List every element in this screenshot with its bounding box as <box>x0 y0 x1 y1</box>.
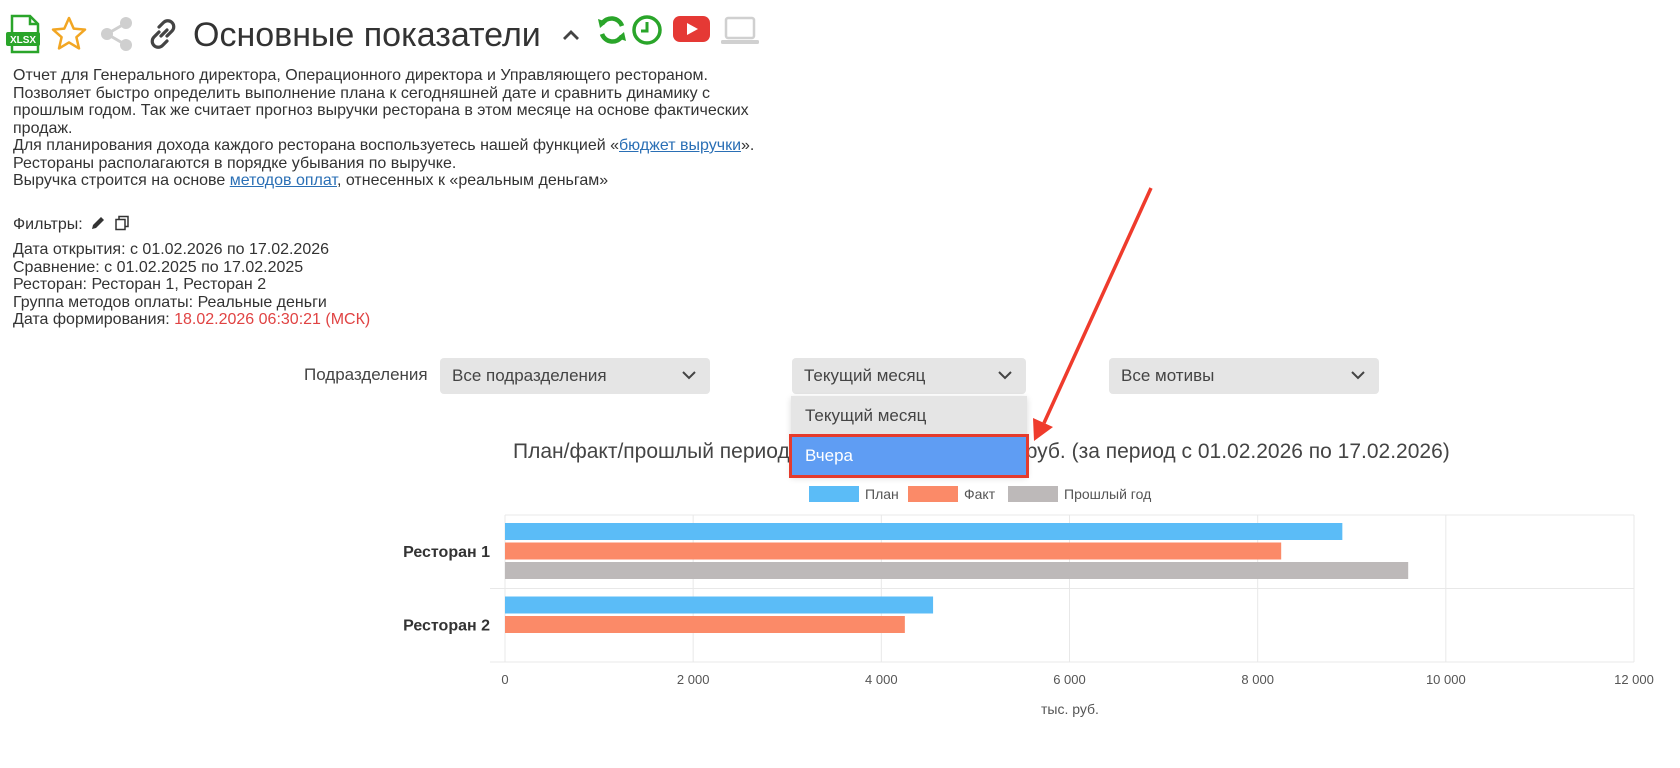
description-line: продаж. <box>13 119 73 137</box>
bar-fact <box>505 616 905 633</box>
chevron-down-icon <box>998 371 1012 380</box>
x-tick-label: 2 000 <box>677 672 710 687</box>
bar-plan <box>505 596 934 614</box>
share-icon[interactable] <box>97 14 137 54</box>
period-option-current-month[interactable]: Текущий месяц <box>791 396 1027 436</box>
period-dropdown-menu: Текущий месяц Вчера <box>789 396 1029 478</box>
x-tick-label: 4 000 <box>865 672 898 687</box>
x-tick-label: 0 <box>501 672 508 687</box>
filter-open-date: Дата открытия: с 01.02.2026 по 17.02.202… <box>13 241 330 258</box>
legend-label: Прошлый год <box>1064 486 1152 502</box>
payment-methods-link[interactable]: методов оплат <box>230 172 337 189</box>
motives-select-value: Все мотивы <box>1121 366 1215 385</box>
legend-swatch <box>1008 486 1058 502</box>
legend-item-plan[interactable]: План <box>809 486 899 502</box>
laptop-icon[interactable] <box>720 14 760 48</box>
page-title: Основные показатели <box>193 16 541 54</box>
bar-plan <box>505 523 1343 540</box>
legend-swatch <box>809 486 859 502</box>
filter-comparison: Сравнение: с 01.02.2025 по 17.02.2025 <box>13 258 304 276</box>
x-tick-label: 10 000 <box>1426 672 1466 687</box>
period-select[interactable]: Текущий месяц <box>792 358 1026 394</box>
x-tick-label: 6 000 <box>1053 672 1086 687</box>
clock-icon[interactable] <box>630 13 664 47</box>
description-line: Отчет для Генерального директора, Операц… <box>13 67 708 84</box>
description-text: , отнесенных к «реальным деньгам» <box>336 172 609 189</box>
period-option-yesterday[interactable]: Вчера <box>789 434 1029 478</box>
copy-icon[interactable] <box>114 215 130 231</box>
description-line: прошлым годом. Так же считает прогноз вы… <box>13 102 749 119</box>
report-toolbar: XLSX Основные показатели <box>0 6 1680 56</box>
refresh-icon[interactable] <box>595 13 629 47</box>
generated-timestamp: 18.02.2026 06:30:21 (МСК) <box>174 311 371 328</box>
description-text: ». <box>741 137 755 154</box>
link-icon[interactable] <box>143 14 183 54</box>
description-line: Для планирования дохода каждого ресторан… <box>13 137 833 155</box>
youtube-icon[interactable] <box>673 14 710 44</box>
filter-payment-group: Группа методов оплаты: Реальные деньги <box>13 293 327 311</box>
x-axis-label: тыс. руб. <box>1041 701 1099 717</box>
revenue-budget-link[interactable]: бюджет выручки <box>619 137 741 154</box>
filter-generated: Дата формирования: 18.02.2026 06:30:21 (… <box>13 311 370 329</box>
category-label: Ресторан 2 <box>403 617 490 634</box>
filters-heading: Фильтры: <box>13 215 130 234</box>
chart-title-right: руб. (за период с 01.02.2026 по 17.02.20… <box>1025 440 1450 463</box>
edit-pencil-icon[interactable] <box>90 215 106 231</box>
xlsx-export-icon[interactable]: XLSX <box>4 14 44 54</box>
collapse-chevron-icon[interactable] <box>560 24 582 46</box>
motives-select[interactable]: Все мотивы <box>1109 358 1379 394</box>
legend-swatch <box>908 486 958 502</box>
category-label: Ресторан 1 <box>403 544 490 561</box>
filter-summary: Дата открытия: с 01.02.2026 по 17.02.202… <box>13 241 370 329</box>
description-line: Позволяет быстро определить выполнение п… <box>13 84 711 102</box>
legend-item-last-year[interactable]: Прошлый год <box>1008 486 1151 502</box>
bar-chart: 0 2 000 4 000 6 000 8 000 10 000 12 000 Рестора… <box>403 514 1654 687</box>
x-tick-label: 12 000 <box>1614 672 1654 687</box>
report-description: Отчет для Генерального директора, Операц… <box>13 67 833 190</box>
chevron-down-icon <box>682 371 696 380</box>
bar-last-year <box>505 562 1409 579</box>
departments-select-value: Все подразделения <box>452 366 607 385</box>
xlsx-label: XLSX <box>10 35 36 46</box>
filters-title: Фильтры: <box>13 216 83 233</box>
star-icon[interactable] <box>49 14 89 54</box>
x-tick-label: 8 000 <box>1241 672 1274 687</box>
departments-label: Подразделения <box>304 365 428 384</box>
legend-label: Факт <box>964 486 996 502</box>
legend-label: План <box>865 486 899 502</box>
description-text: Для планирования дохода каждого ресторан… <box>13 137 620 154</box>
description-text: Выручка строится на основе <box>13 172 230 189</box>
chart-title-left: План/факт/прошлый период <box>513 440 790 463</box>
description-line: Рестораны располагаются в порядке убыван… <box>13 154 457 172</box>
filter-restaurant: Ресторан: Ресторан 1, Ресторан 2 <box>13 276 267 293</box>
bar-fact <box>505 542 1282 560</box>
period-select-value: Текущий месяц <box>804 366 926 385</box>
legend-item-fact[interactable]: Факт <box>908 486 995 502</box>
generated-label: Дата формирования: <box>13 311 175 328</box>
description-line: Выручка строится на основе методов оплат… <box>13 172 833 190</box>
chevron-down-icon <box>1351 371 1365 380</box>
departments-select[interactable]: Все подразделения <box>440 358 710 394</box>
